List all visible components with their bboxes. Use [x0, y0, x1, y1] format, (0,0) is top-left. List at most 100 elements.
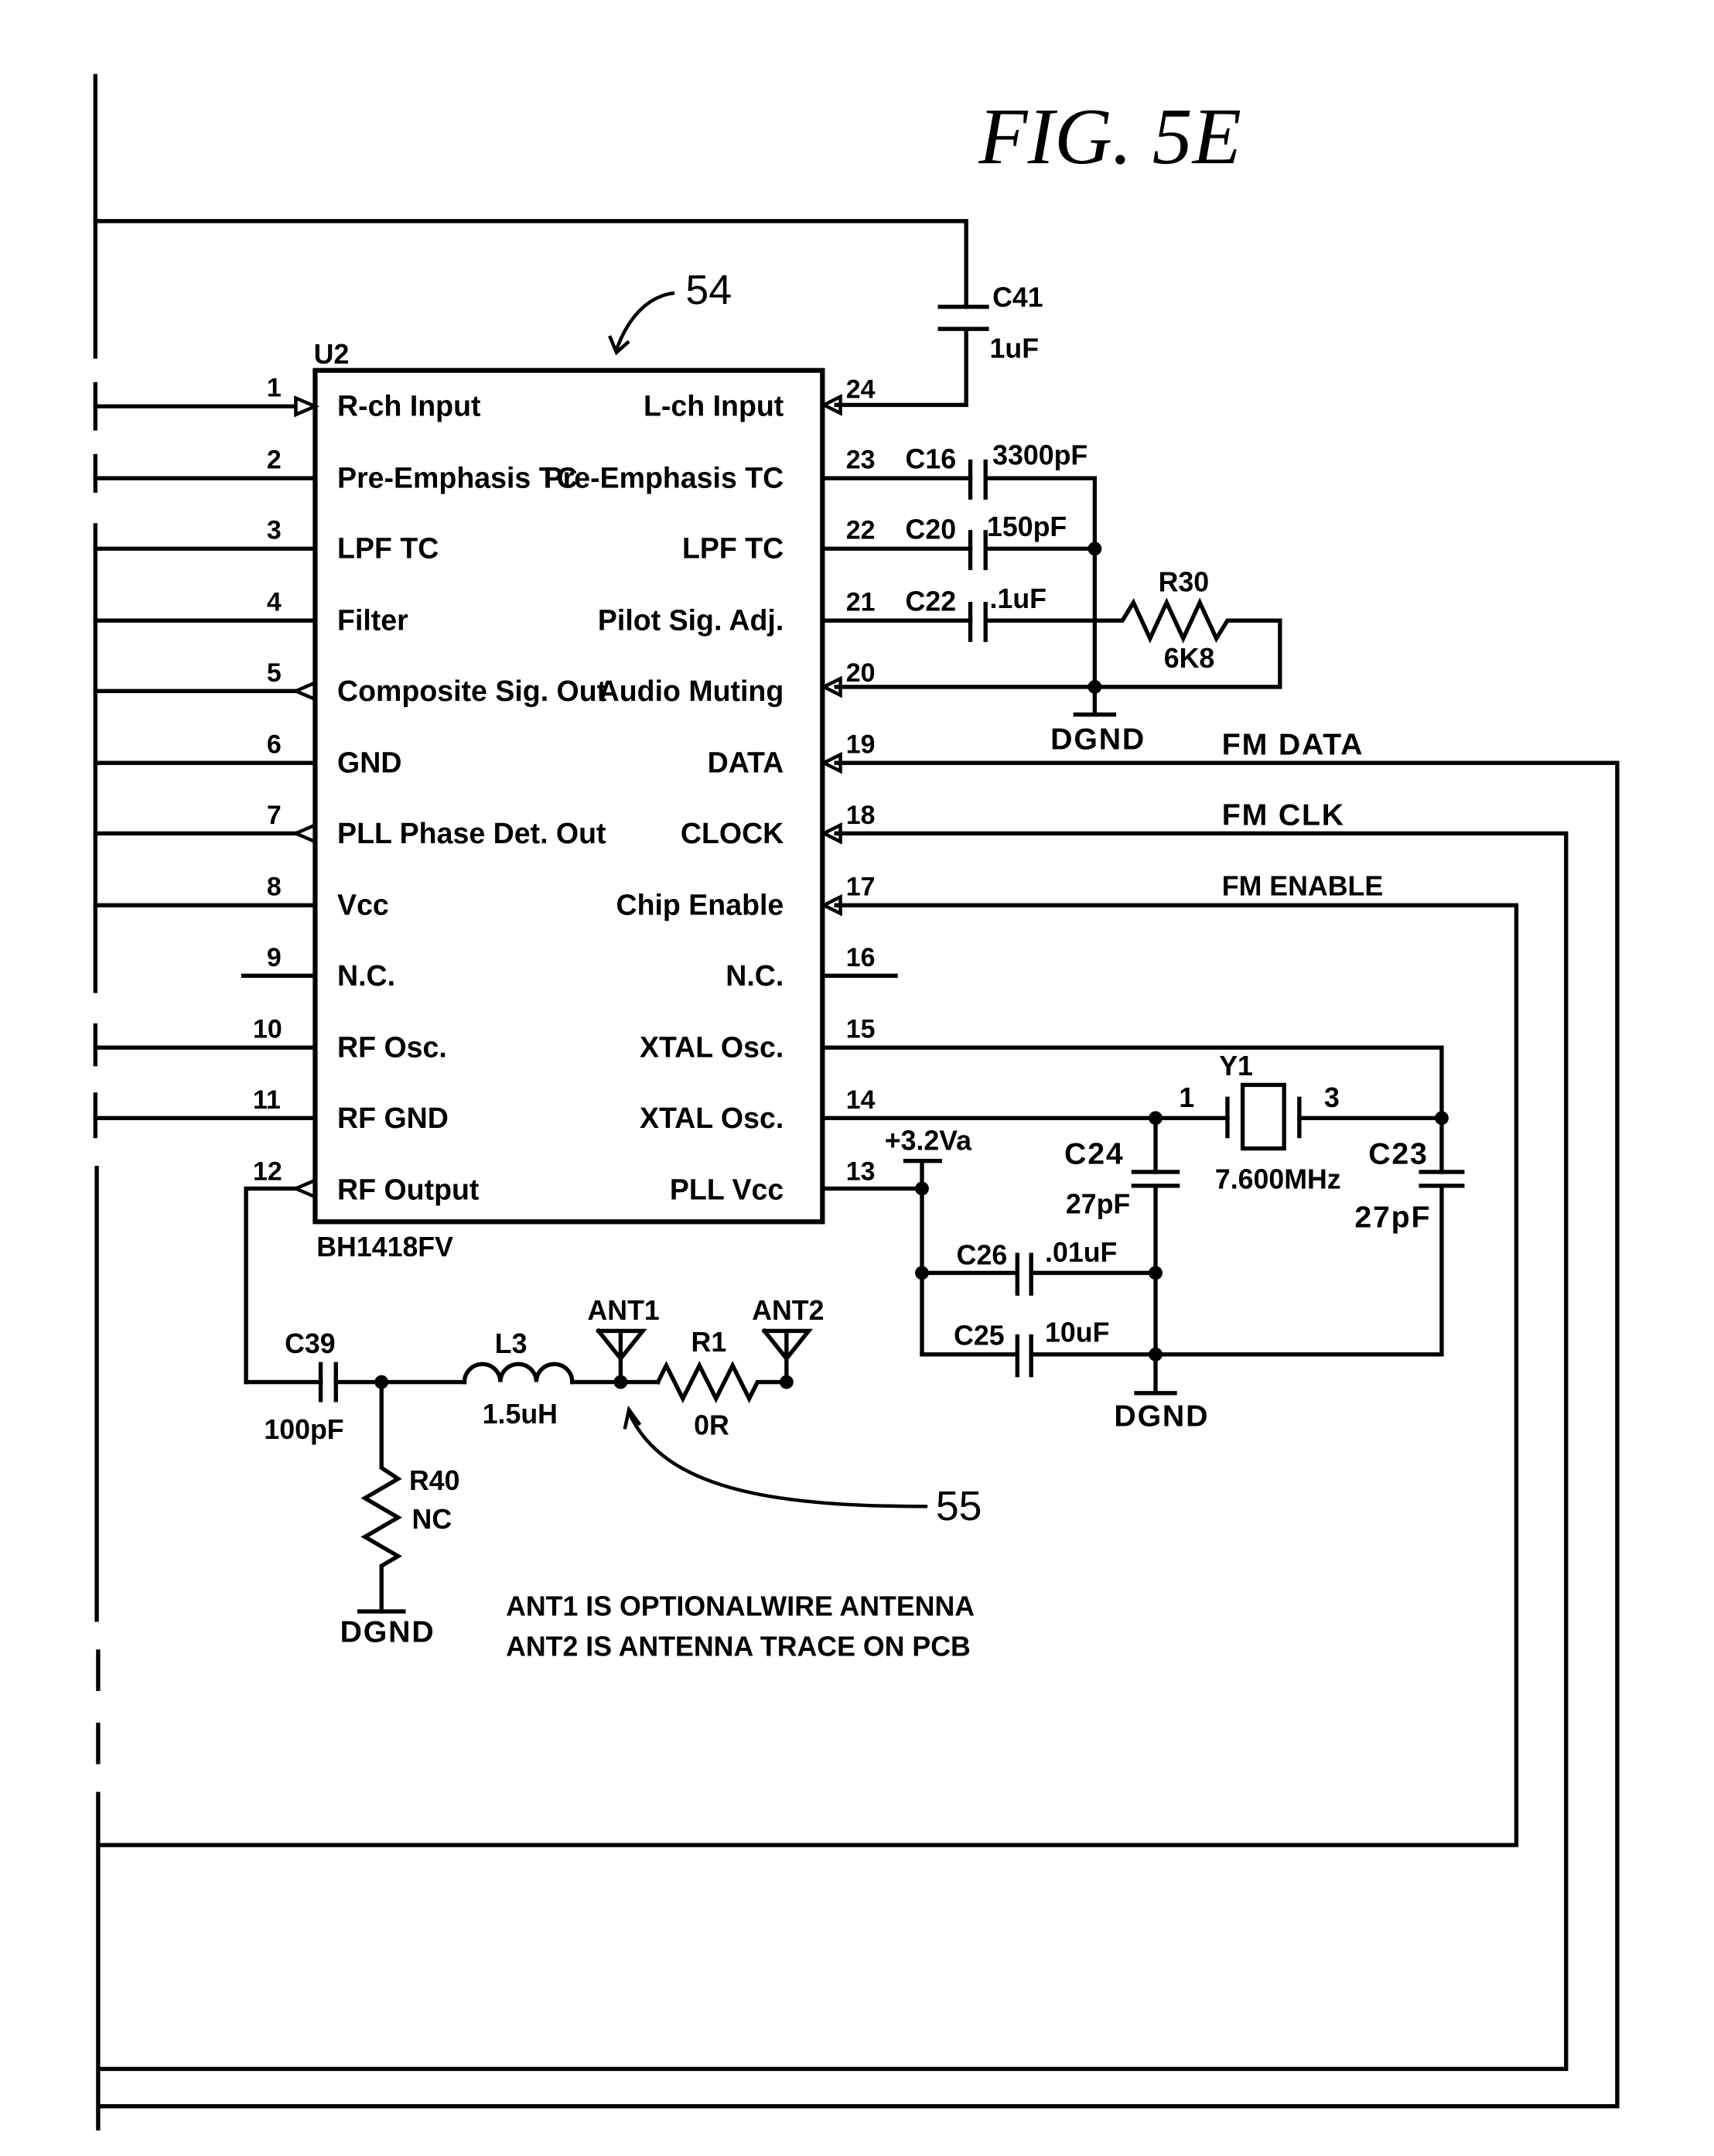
pin-number: 6 — [267, 730, 282, 760]
c16-ref: C16 — [906, 444, 957, 475]
pin-label: Audio Muting — [599, 675, 784, 707]
pin-label: LPF TC — [682, 532, 784, 565]
r30-ref: R30 — [1159, 567, 1210, 598]
y1-value: 7.600MHz — [1215, 1163, 1341, 1194]
c23-ref: C23 — [1368, 1136, 1428, 1170]
fm-enable-label: FM ENABLE — [1222, 871, 1383, 902]
pin-label: PLL Phase Det. Out — [337, 817, 606, 849]
pin-label: R-ch Input — [337, 390, 481, 422]
pin-number: 15 — [846, 1015, 876, 1044]
pin-label: XTAL Osc. — [640, 1031, 784, 1064]
y1-pin-1: 1 — [1179, 1082, 1194, 1113]
ant1-label: ANT1 — [588, 1295, 660, 1326]
pin-number: 19 — [846, 730, 876, 760]
pin-label: RF Osc. — [337, 1031, 447, 1064]
pin-number: 22 — [846, 516, 876, 545]
filter-network — [820, 460, 1282, 717]
schematic-canvas: FIG. 5E C41 1uF U2 BH1418FV 54 1 R-ch In… — [93, 73, 1620, 2130]
callout-54: 54 — [685, 267, 732, 313]
pin-label: Filter — [337, 604, 408, 637]
pin-number: 3 — [267, 516, 282, 545]
r40-value: NC — [412, 1504, 452, 1535]
pin-number: 9 — [267, 943, 282, 972]
pin-label: CLOCK — [681, 817, 784, 849]
note-line-2: ANT2 IS ANTENNA TRACE ON PCB — [506, 1631, 971, 1662]
r40-ref: R40 — [409, 1465, 460, 1496]
r30-value: 6K8 — [1164, 643, 1215, 674]
c24-value: 27pF — [1066, 1189, 1130, 1220]
pin-number: 17 — [846, 873, 876, 902]
c25-ref: C25 — [954, 1320, 1005, 1351]
r1-value: 0R — [694, 1409, 729, 1440]
ic-ref: U2 — [314, 339, 350, 370]
pin-number: 4 — [267, 588, 282, 617]
antenna-network — [244, 1327, 814, 1614]
pin-label: LPF TC — [337, 532, 439, 565]
pin-label: N.C. — [337, 959, 395, 992]
callout-55: 55 — [936, 1483, 982, 1529]
pin-number: 11 — [253, 1085, 281, 1115]
c23-value: 27pF — [1354, 1200, 1431, 1234]
supply-label: +3.2Va — [885, 1125, 972, 1156]
dgnd-label: DGND — [1050, 722, 1146, 756]
pin-label: Vcc — [337, 889, 389, 921]
l3-value: 1.5uH — [483, 1399, 558, 1430]
c20-value: 150pF — [987, 511, 1067, 542]
l3-ref: L3 — [495, 1328, 528, 1359]
c39-ref: C39 — [285, 1328, 336, 1359]
ic-part-number: BH1418FV — [316, 1232, 453, 1263]
pin-number: 5 — [267, 658, 282, 688]
pin-number: 1 — [267, 374, 282, 403]
pin-label: DATA — [708, 747, 784, 779]
pin-number: 20 — [846, 658, 876, 688]
c26-ref: C26 — [957, 1240, 1008, 1271]
pin-number: 12 — [253, 1157, 282, 1187]
c20-ref: C20 — [906, 514, 957, 545]
pin-label: XTAL Osc. — [640, 1102, 784, 1134]
pin-label: Composite Sig. Out — [337, 675, 607, 707]
pin-number: 2 — [267, 446, 282, 475]
pin-number: 7 — [267, 801, 282, 830]
c41-value: 1uF — [990, 333, 1040, 364]
callout-55-arrow — [627, 1411, 928, 1509]
pin-number: 13 — [846, 1157, 876, 1187]
dgnd-label-2: DGND — [1114, 1399, 1209, 1433]
y1-ref: Y1 — [1219, 1051, 1253, 1081]
pin-label: Pilot Sig. Adj. — [598, 604, 784, 637]
pin-number: 18 — [846, 801, 876, 830]
pin-label: RF GND — [337, 1102, 449, 1134]
left-pin-wires — [93, 395, 320, 1385]
ant2-label: ANT2 — [752, 1295, 824, 1326]
c24-ref: C24 — [1064, 1136, 1124, 1170]
c39-value: 100pF — [264, 1414, 343, 1445]
y1-pin-3: 3 — [1324, 1082, 1340, 1113]
figure-title: FIG. 5E — [978, 93, 1241, 181]
c22-ref: C22 — [906, 586, 957, 617]
dgnd-label-3: DGND — [340, 1614, 435, 1649]
c26-value: .01uF — [1045, 1237, 1117, 1268]
pin-number: 23 — [846, 446, 876, 475]
c41-ref: C41 — [992, 282, 1043, 313]
c16-value: 3300pF — [992, 439, 1087, 470]
ic-u2-body — [312, 367, 825, 1225]
pin-number: 8 — [267, 873, 282, 902]
left-pins: 1 R-ch Input 2 Pre-Emphasis TC 3 LPF TC … — [253, 374, 607, 1206]
pin-label: N.C. — [726, 959, 784, 992]
pin-number: 10 — [253, 1015, 282, 1044]
c22-value: .1uF — [990, 583, 1046, 614]
r1-ref: R1 — [691, 1327, 727, 1358]
c25-value: 10uF — [1045, 1317, 1109, 1348]
pin-label: RF Output — [337, 1174, 480, 1206]
callout-54-arrow — [614, 291, 675, 350]
note-line-1: ANT1 IS OPTIONALWIRE ANTENNA — [506, 1591, 975, 1621]
left-bus — [93, 73, 101, 2130]
pin-number: 21 — [846, 588, 876, 617]
pin-label: Chip Enable — [616, 889, 784, 921]
pin-label: PLL Vcc — [670, 1174, 784, 1206]
pin-label: GND — [337, 747, 401, 779]
pin-label: Pre-Emphasis TC — [544, 462, 784, 494]
pin-number: 16 — [846, 943, 876, 972]
fm-data-label: FM DATA — [1222, 727, 1364, 761]
pin-number: 14 — [846, 1085, 876, 1115]
pin-label: Pre-Emphasis TC — [337, 462, 578, 494]
